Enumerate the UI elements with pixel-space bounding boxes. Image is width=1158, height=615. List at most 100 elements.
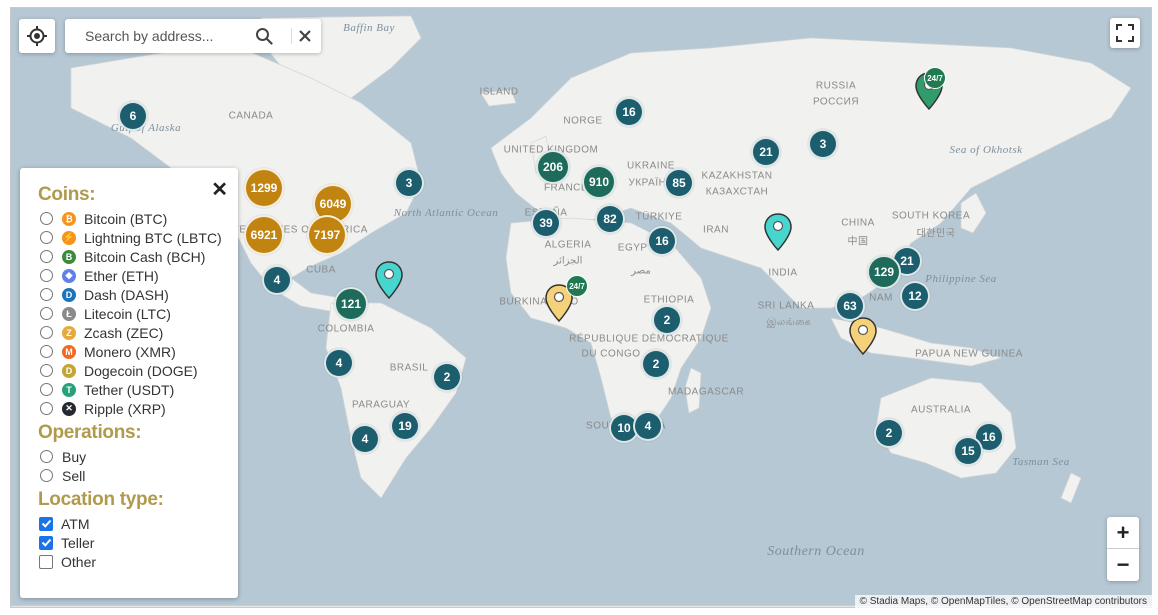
coin-label: Ripple (XRP) [84, 400, 166, 417]
atm-cluster-marker[interactable]: 2 [874, 418, 904, 448]
coin-option[interactable]: D Dash (DASH) [38, 285, 238, 304]
operation-option[interactable]: Sell [38, 466, 238, 485]
coin-option[interactable]: T Tether (USDT) [38, 380, 238, 399]
atm-cluster-marker[interactable]: 12 [900, 281, 930, 311]
operations-list: Buy Sell [38, 447, 238, 485]
coin-option[interactable]: M Monero (XMR) [38, 342, 238, 361]
atm-cluster-marker[interactable]: 15 [953, 436, 983, 466]
atm-cluster-marker[interactable]: 85 [664, 168, 694, 198]
atm-cluster-marker[interactable]: 16 [614, 97, 644, 127]
map-label: CANADA [228, 110, 274, 122]
coin-radio[interactable] [40, 250, 53, 263]
map-label: SOUTH KOREA [891, 210, 971, 222]
coin-label: Dogecoin (DOGE) [84, 362, 198, 379]
location-type-option[interactable]: Other [38, 552, 238, 571]
coin-option[interactable]: Ł Litecoin (LTC) [38, 304, 238, 323]
coins-title: Coins: [38, 184, 96, 205]
checkmark-icon [41, 519, 51, 528]
search-icon[interactable] [255, 27, 273, 45]
atm-cluster-marker[interactable]: 21 [751, 137, 781, 167]
coin-option[interactable]: D Dogecoin (DOGE) [38, 361, 238, 380]
operation-label: Buy [62, 448, 87, 465]
atm-cluster-marker[interactable]: 3 [394, 168, 424, 198]
location-pin[interactable] [849, 317, 877, 356]
coin-radio[interactable] [40, 288, 53, 301]
coin-label: Ether (ETH) [84, 267, 159, 284]
fullscreen-button[interactable] [1110, 18, 1140, 48]
search-input[interactable] [85, 28, 265, 44]
map-label: SRI LANKA [757, 300, 815, 312]
coin-radio[interactable] [40, 269, 53, 282]
coin-option[interactable]: ⚡ Lightning BTC (LBTC) [38, 228, 238, 247]
atm-cluster-marker[interactable]: 2 [641, 349, 671, 379]
locate-me-button[interactable] [19, 19, 55, 53]
atm-cluster-marker[interactable]: 129 [867, 255, 901, 289]
location-type-option[interactable]: Teller [38, 533, 238, 552]
coin-option[interactable]: ₿ Bitcoin (BTC) [38, 209, 238, 228]
atm-cluster-marker[interactable]: 39 [531, 208, 561, 238]
coin-label: Bitcoin Cash (BCH) [84, 248, 206, 265]
coin-radio[interactable] [40, 326, 53, 339]
open-24-7-badge: 24/7 [924, 67, 946, 89]
atm-cluster-marker[interactable]: 4 [350, 424, 380, 454]
coin-radio[interactable] [40, 364, 53, 377]
atm-cluster-marker[interactable]: 19 [390, 411, 420, 441]
coin-option[interactable]: B Bitcoin Cash (BCH) [38, 247, 238, 266]
atm-cluster-marker[interactable]: 121 [334, 287, 368, 321]
coin-radio[interactable] [40, 345, 53, 358]
zoom-out-button[interactable]: − [1107, 549, 1139, 581]
location-pin[interactable] [375, 261, 403, 300]
atm-cluster-marker[interactable]: 1299 [244, 168, 284, 208]
atm-cluster-marker[interactable]: 63 [835, 291, 865, 321]
fullscreen-icon [1116, 24, 1134, 42]
coin-radio[interactable] [40, 307, 53, 320]
atm-cluster-marker[interactable]: 4 [633, 411, 663, 441]
coin-radio[interactable] [40, 402, 53, 415]
atm-cluster-marker[interactable]: 3 [808, 129, 838, 159]
location-type-option[interactable]: ATM [38, 514, 238, 533]
atm-cluster-marker[interactable]: 82 [595, 204, 625, 234]
operation-option[interactable]: Buy [38, 447, 238, 466]
map-label: MADAGASCAR [667, 386, 745, 398]
coin-label: Tether (USDT) [84, 381, 175, 398]
atm-cluster-marker[interactable]: 6 [118, 101, 148, 131]
search-divider [291, 28, 292, 44]
coin-label: Monero (XMR) [84, 343, 176, 360]
location-type-title: Location type: [38, 489, 164, 510]
coin-option[interactable]: Z Zcash (ZEC) [38, 323, 238, 342]
coin-radio[interactable] [40, 212, 53, 225]
map-label: КАЗАХСТАН [705, 186, 769, 198]
location-type-checkbox[interactable] [39, 535, 53, 550]
atm-cluster-marker[interactable]: 4 [262, 265, 292, 295]
atm-cluster-marker[interactable]: 7197 [307, 215, 347, 255]
zoom-control: + − [1107, 517, 1139, 581]
location-type-checkbox[interactable] [39, 516, 53, 531]
atm-cluster-marker[interactable]: 16 [647, 226, 677, 256]
operation-radio[interactable] [40, 450, 53, 463]
map-label: COLOMBIA [317, 323, 375, 335]
coin-option[interactable]: ◆ Ether (ETH) [38, 266, 238, 285]
map-attribution[interactable]: © Stadia Maps, © OpenMapTiles, © OpenStr… [854, 595, 1152, 608]
atm-cluster-marker[interactable]: 6921 [244, 215, 284, 255]
coin-radio[interactable] [40, 231, 53, 244]
dogecoin-icon: D [62, 363, 76, 378]
clear-search-icon[interactable] [297, 28, 313, 44]
coin-label: Zcash (ZEC) [84, 324, 164, 341]
atm-cluster-marker[interactable]: 4 [324, 348, 354, 378]
atm-cluster-marker[interactable]: 910 [582, 165, 616, 199]
zoom-in-button[interactable]: + [1107, 517, 1139, 549]
atm-cluster-marker[interactable]: 2 [432, 362, 462, 392]
atm-cluster-marker[interactable]: 2 [652, 305, 682, 335]
open-24-7-badge: 24/7 [566, 275, 588, 297]
map-pin-icon [764, 213, 792, 252]
coin-label: Lightning BTC (LBTC) [84, 229, 222, 246]
coin-option[interactable]: ✕ Ripple (XRP) [38, 399, 238, 418]
operation-radio[interactable] [40, 469, 53, 482]
coin-radio[interactable] [40, 383, 53, 396]
map-label: PARAGUAY [351, 399, 411, 411]
close-panel-icon[interactable]: ✕ [211, 177, 228, 202]
location-pin[interactable] [764, 213, 792, 252]
location-type-checkbox[interactable] [39, 554, 53, 569]
operation-label: Sell [62, 467, 86, 484]
atm-cluster-marker[interactable]: 206 [536, 150, 570, 184]
